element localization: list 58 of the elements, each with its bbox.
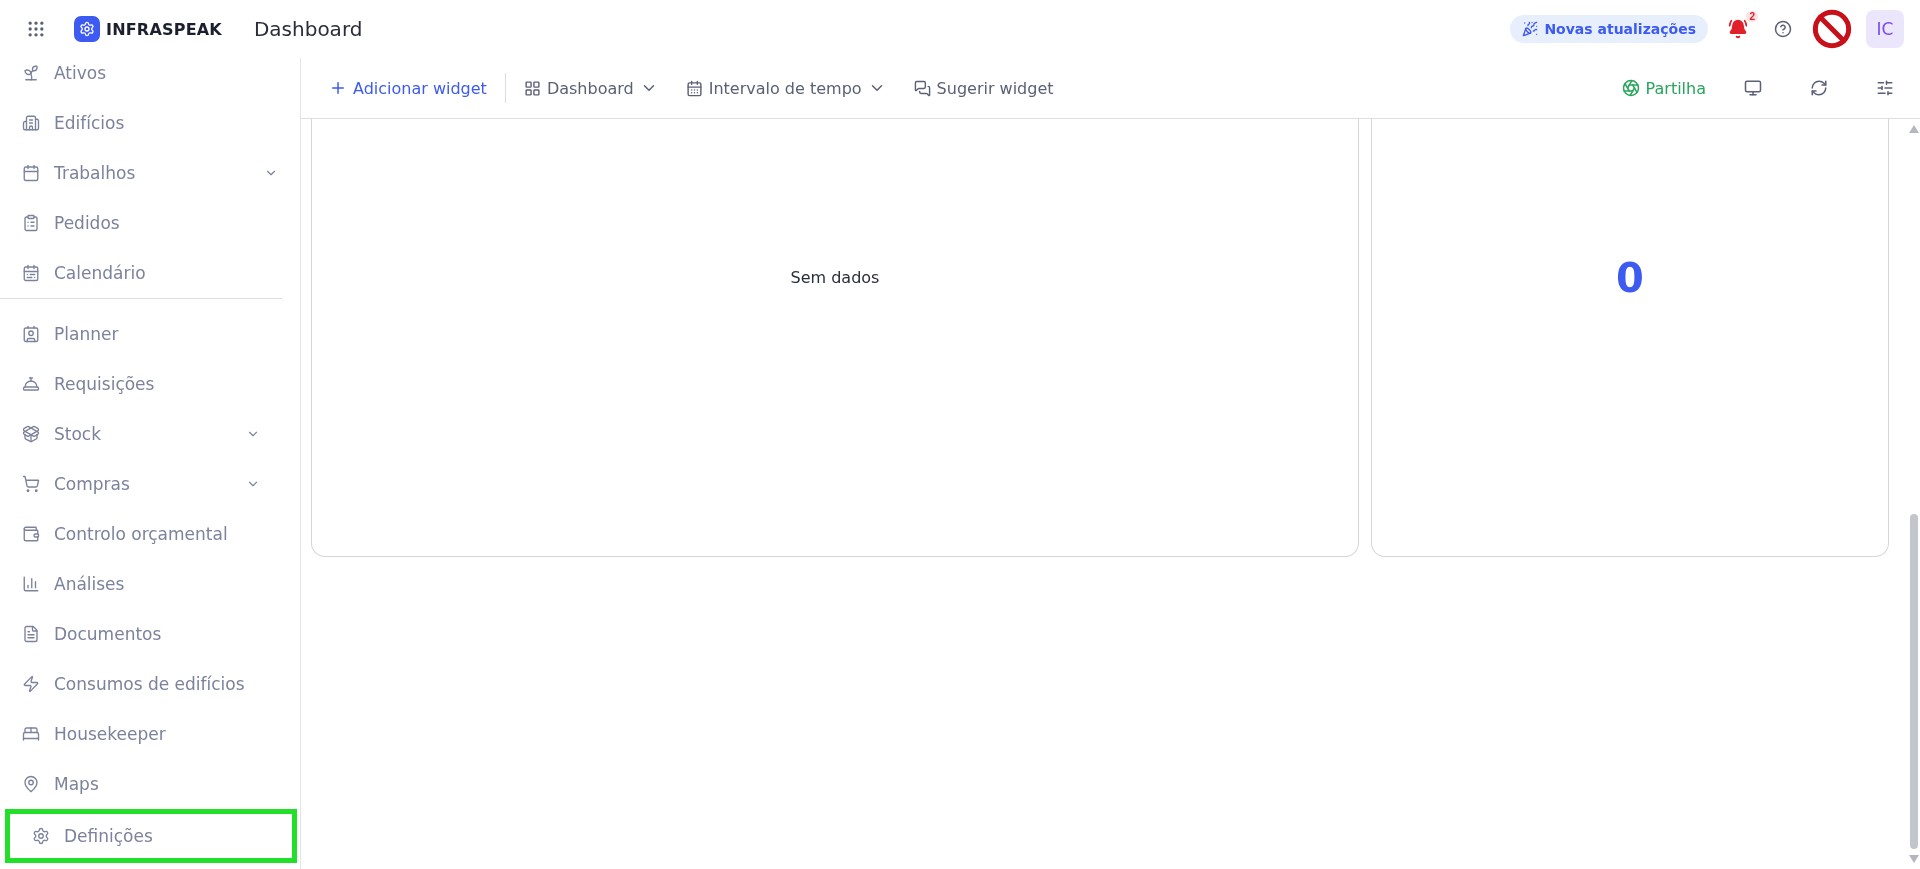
user-avatar[interactable]: IC (1866, 10, 1904, 48)
help-icon (1774, 20, 1792, 38)
party-popper-icon (1522, 21, 1539, 37)
sidebar-item[interactable]: Housekeeper (0, 709, 282, 759)
aperture-icon (1621, 79, 1640, 97)
grid-icon (26, 19, 46, 39)
sidebar-item[interactable]: Planner (0, 309, 282, 359)
page-title: Dashboard (253, 17, 363, 41)
suggest-widget-button[interactable]: Sugerir widget (903, 72, 1064, 104)
contact-card-icon (22, 325, 40, 343)
bar-chart-icon (22, 575, 40, 593)
box-icon (22, 425, 40, 443)
notification-count: 2 (1746, 11, 1758, 22)
sidebar-item[interactable]: Requisições (0, 359, 282, 409)
clipboard-icon (22, 214, 40, 232)
sidebar-item[interactable]: Consumos de edifícios (0, 659, 282, 709)
bell-icon (1728, 19, 1748, 39)
sidebar-item[interactable]: Análises (0, 559, 282, 609)
sidebar-item[interactable]: Calendário (0, 248, 300, 298)
service-bell-icon (22, 375, 40, 393)
prohibited-icon (1812, 9, 1852, 49)
logo-icon (74, 16, 100, 42)
building-icon (22, 114, 40, 132)
wallet-icon (22, 525, 40, 543)
share-button[interactable]: Partilha (1611, 72, 1716, 104)
plus-icon (329, 79, 347, 97)
sidebar-item[interactable]: Pedidos (0, 198, 300, 248)
brand-name: INFRASPEAK (106, 19, 222, 39)
sidebar-item[interactable]: Trabalhos (0, 148, 300, 198)
document-icon (22, 625, 40, 643)
sidebar-item[interactable]: Documentos (0, 609, 282, 659)
lightning-icon (22, 675, 40, 693)
sidebar-item[interactable]: Controlo orçamental (0, 509, 282, 559)
add-widget-button[interactable]: Adicionar widget (319, 72, 497, 104)
settings-icon (32, 827, 50, 845)
settings-item[interactable]: Definições (5, 809, 297, 863)
sliders-icon (1876, 79, 1894, 97)
cart-icon (22, 475, 40, 493)
refresh-icon (1810, 79, 1828, 97)
sidebar-item[interactable]: Stock (0, 409, 282, 459)
sidebar-item[interactable]: Compras (0, 459, 282, 509)
metric-value: 0 (1616, 254, 1644, 301)
calendar-icon (22, 164, 40, 182)
updates-button[interactable]: Novas atualizações (1510, 15, 1708, 43)
time-interval-dropdown[interactable]: Intervalo de tempo (675, 72, 896, 104)
sidebar-item[interactable]: Ativos (0, 58, 300, 98)
calendar-icon (685, 79, 703, 97)
sprout-icon (22, 64, 40, 82)
chat-bubbles-icon (913, 79, 931, 97)
monitor-icon (1744, 79, 1762, 97)
bed-icon (22, 725, 40, 743)
grid-icon (523, 79, 541, 97)
calendar-icon (22, 264, 40, 282)
map-pin-icon (22, 775, 40, 793)
dashboard-dropdown[interactable]: Dashboard (513, 72, 668, 104)
sidebar-item[interactable]: Maps (0, 759, 282, 809)
no-data-text: Sem dados (790, 268, 880, 287)
sidebar-item[interactable]: Edifícios (0, 98, 300, 148)
